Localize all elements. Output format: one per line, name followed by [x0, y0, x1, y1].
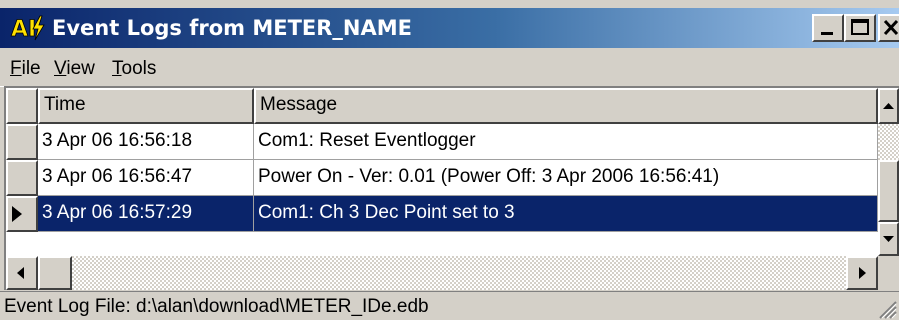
svg-text:AI: AI [11, 17, 36, 42]
row-indicator[interactable] [6, 124, 38, 160]
horizontal-scroll-thumb[interactable] [38, 256, 72, 290]
vertical-scroll-thumb[interactable] [878, 160, 899, 222]
scrollbar-corner [878, 256, 899, 290]
minimize-button[interactable] [812, 14, 844, 42]
maximize-button[interactable] [844, 14, 876, 42]
menu-view[interactable]: View [54, 58, 95, 80]
event-log-grid[interactable]: Time Message 3 Apr 06 16:56:18 Com1: Res… [4, 86, 899, 290]
row-indicator[interactable] [6, 160, 38, 196]
horizontal-scrollbar[interactable] [6, 256, 878, 290]
table-row[interactable]: 3 Apr 06 16:56:47 Power On - Ver: 0.01 (… [6, 160, 878, 196]
scroll-down-icon [883, 236, 894, 242]
header-corner [6, 88, 38, 124]
event-log-window: AI Event Logs from METER_NAME File View … [0, 0, 899, 320]
window-title: Event Logs from METER_NAME [52, 16, 412, 40]
app-logo-icon: AI [10, 14, 46, 42]
scroll-up-button[interactable] [878, 88, 899, 124]
scroll-right-button[interactable] [846, 256, 878, 290]
vertical-scrollbar[interactable] [878, 88, 899, 256]
cell-message: Power On - Ver: 0.01 (Power Off: 3 Apr 2… [254, 160, 878, 196]
close-button[interactable] [878, 14, 899, 42]
menu-bar: File View Tools [0, 52, 899, 87]
cell-message: Com1: Ch 3 Dec Point set to 3 [254, 196, 878, 232]
title-bar[interactable]: AI Event Logs from METER_NAME [0, 8, 899, 48]
scroll-right-icon [859, 267, 866, 279]
close-icon [883, 19, 899, 36]
maximize-icon [851, 19, 869, 35]
status-text: Event Log File: d:\alan\download\METER_I… [4, 296, 429, 317]
table-row-selected[interactable]: 3 Apr 06 16:57:29 Com1: Ch 3 Dec Point s… [6, 196, 878, 232]
cell-time: 3 Apr 06 16:56:18 [38, 124, 254, 160]
row-indicator[interactable] [6, 196, 38, 232]
table-row[interactable]: 3 Apr 06 16:56:18 Com1: Reset Eventlogge… [6, 124, 878, 160]
menu-tools[interactable]: Tools [112, 58, 156, 80]
resize-grip-icon[interactable] [875, 297, 897, 319]
column-header-time[interactable]: Time [38, 88, 254, 124]
menu-file[interactable]: File [10, 58, 41, 80]
column-header-message[interactable]: Message [254, 88, 878, 124]
scroll-up-icon [883, 103, 894, 109]
scroll-left-icon [17, 267, 24, 279]
minimize-icon [821, 32, 833, 35]
scroll-left-button[interactable] [6, 256, 38, 290]
row-pointer-icon [12, 206, 22, 222]
cell-message: Com1: Reset Eventlogger [254, 124, 878, 160]
cell-time: 3 Apr 06 16:57:29 [38, 196, 254, 232]
scroll-down-button[interactable] [878, 222, 899, 256]
cell-time: 3 Apr 06 16:56:47 [38, 160, 254, 196]
status-bar: Event Log File: d:\alan\download\METER_I… [0, 291, 899, 320]
